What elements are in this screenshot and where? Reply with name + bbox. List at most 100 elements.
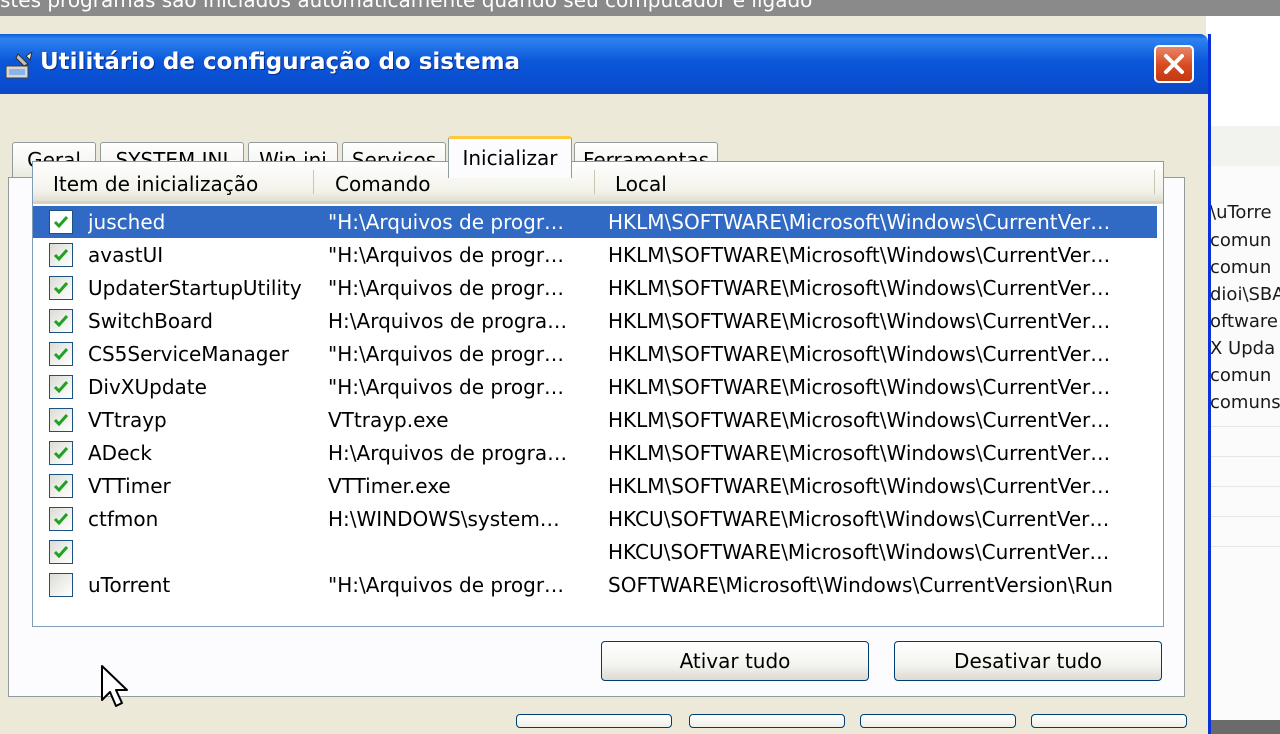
column-separator[interactable] bbox=[1154, 170, 1155, 194]
background-list-divider bbox=[1206, 546, 1280, 547]
background-right-panel: \uTorre comun comun dioi\SBA oftware X U… bbox=[1206, 16, 1280, 720]
column-separator[interactable] bbox=[313, 170, 314, 194]
startup-item-command: VTTimer.exe bbox=[328, 474, 451, 498]
cancel-button[interactable] bbox=[689, 714, 845, 728]
table-row[interactable]: ADeck H:\Arquivos de progra… HKLM\SOFTWARE… bbox=[33, 437, 1157, 469]
startup-item-command: VTtrayp.exe bbox=[328, 408, 449, 432]
startup-item-command: "H:\Arquivos de progr… bbox=[328, 573, 565, 597]
startup-item-name: jusched bbox=[88, 210, 166, 234]
startup-item-location: HKLM\SOFTWARE\Microsoft\Windows\CurrentV… bbox=[608, 375, 1111, 399]
title-bar[interactable]: Utilitário de configuração do sistema bbox=[0, 34, 1208, 94]
row-checkbox[interactable] bbox=[49, 474, 73, 498]
table-row[interactable]: ctfmon H:\WINDOWS\system… HKCU\SOFTWARE\Mi… bbox=[33, 503, 1157, 535]
system-config-icon bbox=[4, 50, 34, 80]
table-row[interactable]: CS5ServiceManager "H:\Arquivos de progr… H… bbox=[33, 338, 1157, 370]
startup-item-name: ADeck bbox=[88, 441, 152, 465]
startup-item-location: HKLM\SOFTWARE\Microsoft\Windows\CurrentV… bbox=[608, 342, 1111, 366]
checkmark-icon bbox=[53, 414, 69, 427]
dialog-title: Utilitário de configuração do sistema bbox=[40, 49, 521, 75]
column-header-command[interactable]: Comando bbox=[335, 162, 431, 201]
enable-all-button[interactable]: Ativar tudo bbox=[601, 641, 869, 681]
startup-item-name: DivXUpdate bbox=[88, 375, 207, 399]
startup-item-name: UpdaterStartupUtility bbox=[88, 276, 302, 300]
checkmark-icon bbox=[53, 348, 69, 361]
startup-item-location: HKLM\SOFTWARE\Microsoft\Windows\CurrentV… bbox=[608, 309, 1111, 333]
startup-item-command: H:\WINDOWS\system… bbox=[328, 507, 560, 531]
startup-item-location: HKCU\SOFTWARE\Microsoft\Windows\CurrentV… bbox=[608, 507, 1110, 531]
background-list-divider bbox=[1206, 486, 1280, 487]
background-list-item: comun bbox=[1210, 230, 1272, 251]
row-checkbox[interactable] bbox=[49, 540, 73, 564]
row-checkbox[interactable] bbox=[49, 507, 73, 531]
apply-button[interactable] bbox=[860, 714, 1016, 728]
table-row[interactable]: uTorrent "H:\Arquivos de progr… SOFTWARE\M… bbox=[33, 569, 1157, 601]
startup-item-command: "H:\Arquivos de progr… bbox=[328, 342, 565, 366]
column-header-location[interactable]: Local bbox=[615, 162, 667, 201]
startup-item-command bbox=[328, 536, 590, 568]
row-checkbox[interactable] bbox=[49, 408, 73, 432]
close-button[interactable] bbox=[1154, 45, 1194, 83]
background-list-item: oftware bbox=[1210, 311, 1278, 332]
background-list-divider bbox=[1206, 516, 1280, 517]
ok-button[interactable] bbox=[516, 714, 672, 728]
table-row[interactable]: jusched "H:\Arquivos de progr… HKLM\SOFTWA… bbox=[33, 206, 1157, 238]
table-row[interactable]: UpdaterStartupUtility "H:\Arquivos de pro… bbox=[33, 272, 1157, 304]
checkmark-icon bbox=[53, 249, 69, 262]
startup-item-location: HKLM\SOFTWARE\Microsoft\Windows\CurrentV… bbox=[608, 243, 1111, 267]
background-list-divider bbox=[1206, 456, 1280, 457]
disable-all-button[interactable]: Desativar tudo bbox=[894, 641, 1162, 681]
checkmark-icon bbox=[53, 513, 69, 526]
background-list-item: X Upda bbox=[1210, 338, 1276, 359]
table-row[interactable]: HKCU\SOFTWARE\Microsoft\Windows\CurrentV… bbox=[33, 536, 1157, 568]
startup-item-name: CS5ServiceManager bbox=[88, 342, 289, 366]
background-list-divider bbox=[1206, 426, 1280, 427]
background-list-item: comun bbox=[1210, 365, 1272, 386]
startup-item-command: "H:\Arquivos de progr… bbox=[328, 210, 565, 234]
table-row[interactable]: VTTimer VTTimer.exe HKLM\SOFTWARE\Microsof… bbox=[33, 470, 1157, 502]
checkmark-icon bbox=[53, 315, 69, 328]
checkmark-icon bbox=[53, 216, 69, 229]
tab-inicializar[interactable]: Inicializar bbox=[448, 136, 572, 178]
startup-item-location: HKLM\SOFTWARE\Microsoft\Windows\CurrentV… bbox=[608, 408, 1111, 432]
column-header-item[interactable]: Item de inicialização bbox=[53, 162, 258, 201]
row-checkbox[interactable] bbox=[49, 375, 73, 399]
background-header-text: stes programas são iniciados automaticam… bbox=[0, 0, 813, 12]
startup-item-location: HKLM\SOFTWARE\Microsoft\Windows\CurrentV… bbox=[608, 474, 1111, 498]
row-checkbox[interactable] bbox=[49, 573, 73, 597]
startup-item-command: "H:\Arquivos de progr… bbox=[328, 375, 565, 399]
background-right-tabs bbox=[1206, 126, 1280, 166]
table-row[interactable]: SwitchBoard H:\Arquivos de progra… HKLM\SO… bbox=[33, 305, 1157, 337]
row-checkbox[interactable] bbox=[49, 276, 73, 300]
background-list-item: comun bbox=[1210, 257, 1272, 278]
background-list-item: comuns bbox=[1210, 392, 1280, 413]
row-checkbox[interactable] bbox=[49, 210, 73, 234]
startup-item-command: "H:\Arquivos de progr… bbox=[328, 276, 565, 300]
startup-item-command: H:\Arquivos de progra… bbox=[328, 441, 568, 465]
startup-item-location: HKCU\SOFTWARE\Microsoft\Windows\CurrentV… bbox=[608, 540, 1110, 564]
close-x-icon bbox=[1164, 54, 1184, 74]
column-separator[interactable] bbox=[594, 170, 595, 194]
table-row[interactable]: VTtrayp VTtrayp.exe HKLM\SOFTWARE\Microsof… bbox=[33, 404, 1157, 436]
startup-item-name: VTtrayp bbox=[88, 408, 167, 432]
startup-item-name: avastUI bbox=[88, 243, 164, 267]
table-row[interactable]: DivXUpdate "H:\Arquivos de progr… HKLM\SOF… bbox=[33, 371, 1157, 403]
startup-item-location: SOFTWARE\Microsoft\Windows\CurrentVersio… bbox=[608, 573, 1113, 597]
list-header: Item de inicialização Comando Local bbox=[33, 162, 1163, 204]
startup-item-command: "H:\Arquivos de progr… bbox=[328, 243, 565, 267]
startup-list[interactable]: Item de inicialização Comando Local jusc… bbox=[32, 161, 1164, 627]
help-button[interactable] bbox=[1031, 714, 1187, 728]
startup-item-name: ctfmon bbox=[88, 507, 159, 531]
background-header-strip: stes programas são iniciados automaticam… bbox=[0, 0, 1280, 16]
startup-item-name: VTTimer bbox=[88, 474, 171, 498]
row-checkbox[interactable] bbox=[49, 309, 73, 333]
checkmark-icon bbox=[53, 381, 69, 394]
row-checkbox[interactable] bbox=[49, 342, 73, 366]
checkmark-icon bbox=[53, 282, 69, 295]
row-checkbox[interactable] bbox=[49, 441, 73, 465]
table-row[interactable]: avastUI "H:\Arquivos de progr… HKLM\SOFTWA… bbox=[33, 239, 1157, 271]
background-right-top bbox=[1206, 16, 1280, 127]
checkmark-icon bbox=[53, 546, 69, 559]
row-checkbox[interactable] bbox=[49, 243, 73, 267]
checkmark-icon bbox=[53, 480, 69, 493]
startup-item-command: H:\Arquivos de progra… bbox=[328, 309, 568, 333]
